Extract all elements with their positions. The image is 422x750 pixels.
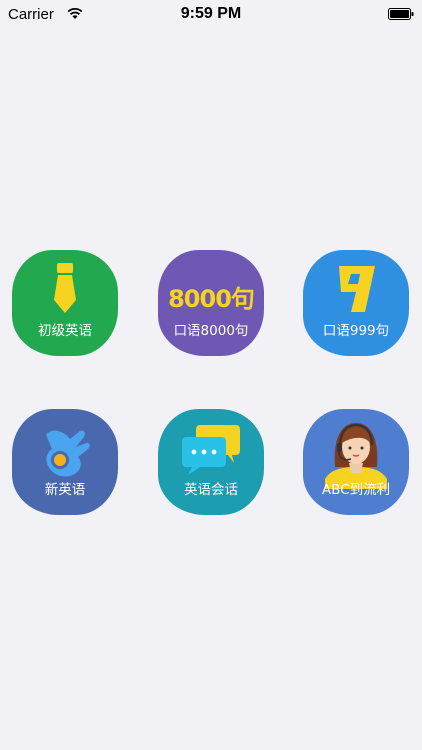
ok-hand-icon (46, 430, 90, 477)
necktie-icon (54, 263, 76, 313)
app-english-conversation[interactable]: 英语会话 (158, 409, 264, 515)
status-bar: Carrier 9:59 PM (0, 0, 422, 30)
8000-句-logo-icon: 8000句 (168, 285, 255, 313)
headset-agent-icon (325, 423, 387, 489)
app-label: 新英语 (44, 482, 86, 498)
logo-text: 8000句 (168, 285, 254, 313)
app-spoken-8000[interactable]: 8000句 口语8000句 (158, 250, 264, 356)
chat-bubbles-icon (182, 425, 240, 475)
number-9-icon (339, 266, 375, 312)
app-beginner-english[interactable]: 初级英语 (12, 250, 118, 356)
app-label: 口语8000句 (173, 323, 249, 339)
app-new-english[interactable]: 新英语 (12, 409, 118, 515)
app-abc-to-fluent[interactable]: ABC到流利 (303, 409, 409, 515)
battery-icon (388, 8, 414, 20)
app-spoken-999[interactable]: 口语999句 (303, 250, 409, 356)
clock: 9:59 PM (180, 5, 242, 22)
app-label: 口语999句 (322, 323, 390, 339)
app-label: ABC到流利 (321, 482, 391, 498)
app-label: 初级英语 (38, 323, 92, 339)
app-label: 英语会话 (184, 482, 238, 498)
